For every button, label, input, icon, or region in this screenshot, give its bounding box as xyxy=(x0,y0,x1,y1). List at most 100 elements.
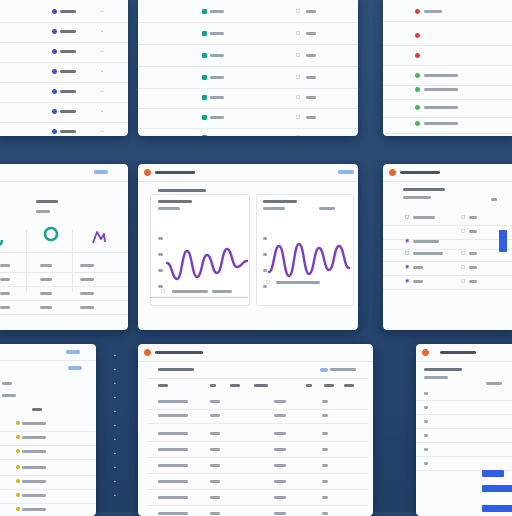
cell-name xyxy=(158,512,188,515)
status-list-item[interactable] xyxy=(383,6,512,22)
checkbox[interactable]: ◻ xyxy=(461,265,465,270)
filter-button[interactable] xyxy=(320,368,328,372)
table-row[interactable] xyxy=(138,508,373,516)
list-item[interactable] xyxy=(0,504,96,516)
row-divider xyxy=(138,128,358,129)
toolbar-icon[interactable]: ▪ xyxy=(114,466,116,471)
toolbar-icon[interactable]: ▪ xyxy=(114,410,116,415)
list-item[interactable] xyxy=(0,462,96,474)
settings-row[interactable]: ◉ ◻ xyxy=(383,262,512,274)
checkbox[interactable]: ◻ xyxy=(461,279,465,284)
column-header[interactable] xyxy=(344,384,354,387)
chevron-down-icon[interactable]: ⌄ xyxy=(100,29,104,34)
folder-icon xyxy=(16,507,20,511)
toggle-icon[interactable]: ◻ xyxy=(405,251,409,256)
table-row[interactable] xyxy=(138,444,373,456)
list-item[interactable] xyxy=(0,476,96,488)
chevron-down-icon[interactable]: ⌄ xyxy=(100,9,104,14)
list-item[interactable] xyxy=(0,490,96,502)
status-list-item[interactable] xyxy=(383,84,512,100)
checkbox[interactable]: ◻ xyxy=(296,95,300,100)
section-title xyxy=(424,368,462,371)
list-item[interactable] xyxy=(0,432,96,444)
toolbar-icon[interactable]: ▪ xyxy=(114,424,116,429)
table-row[interactable] xyxy=(138,410,373,422)
app-title xyxy=(155,171,195,174)
checkbox[interactable]: ◻ xyxy=(296,31,300,36)
column-header[interactable] xyxy=(230,384,240,387)
table-row[interactable] xyxy=(138,460,373,472)
row-divider xyxy=(0,22,128,23)
chevron-down-icon[interactable]: ⌄ xyxy=(100,89,104,94)
toolbar-icon[interactable]: ▪ xyxy=(114,452,116,457)
status-list-item[interactable] xyxy=(383,102,512,118)
status-list-item[interactable] xyxy=(383,118,512,134)
column-header[interactable] xyxy=(158,384,168,387)
status-icon xyxy=(202,31,207,36)
checkbox[interactable]: ◻ xyxy=(461,215,465,220)
primary-action-button[interactable] xyxy=(499,230,507,252)
header-pill[interactable] xyxy=(94,170,108,174)
toggle-icon[interactable]: ◉ xyxy=(405,279,409,284)
list-label xyxy=(424,448,428,451)
column-header[interactable] xyxy=(210,384,216,387)
table-row[interactable] xyxy=(138,428,373,440)
column-header[interactable] xyxy=(306,384,312,387)
setting-label xyxy=(413,240,439,243)
list-item[interactable]: ⌄ xyxy=(0,126,128,136)
status-indicator-icon xyxy=(415,73,420,78)
column-header[interactable] xyxy=(324,384,334,387)
settings-row[interactable]: ◉ ◻ xyxy=(383,276,512,288)
toggle-icon[interactable]: ◉ xyxy=(405,239,409,244)
setting-label xyxy=(413,280,423,283)
chevron-down-icon[interactable]: ⌄ xyxy=(100,109,104,114)
status-icon xyxy=(202,53,207,58)
row-value xyxy=(306,10,316,13)
status-list-item[interactable] xyxy=(383,30,512,46)
chevron-down-icon[interactable]: ⌄ xyxy=(100,69,104,74)
card-top-right xyxy=(383,0,512,136)
settings-row[interactable]: ◻ ◻ xyxy=(383,212,512,224)
toolbar-icon[interactable]: ▪ xyxy=(114,494,116,499)
list-item[interactable] xyxy=(0,446,96,458)
checkbox[interactable]: ◻ xyxy=(296,75,300,80)
toolbar-icon[interactable]: ▪ xyxy=(114,438,116,443)
toolbar-icon[interactable]: ▪ xyxy=(114,368,116,373)
toggle-icon[interactable]: ◉ xyxy=(405,265,409,270)
row-divider xyxy=(148,441,368,442)
list-label xyxy=(424,420,428,423)
toolbar-icon[interactable]: ▪ xyxy=(114,396,116,401)
checkbox[interactable]: ◻ xyxy=(461,229,465,234)
header-pill-2[interactable] xyxy=(68,366,82,370)
folder-icon xyxy=(16,435,20,439)
table-row[interactable] xyxy=(138,396,373,408)
table-row[interactable] xyxy=(138,476,373,488)
checkbox[interactable]: ◻ xyxy=(461,251,465,256)
table-row[interactable]: ◻ xyxy=(138,132,358,136)
row-divider xyxy=(148,423,368,424)
row-divider xyxy=(0,82,128,83)
row-value xyxy=(306,54,316,57)
chevron-down-icon[interactable]: ⌄ xyxy=(100,49,104,54)
header-action-button[interactable] xyxy=(338,170,354,174)
settings-row[interactable]: ◻ ◻ xyxy=(383,248,512,260)
checkbox[interactable]: ◻ xyxy=(296,9,300,14)
checkbox[interactable]: ◻ xyxy=(296,135,300,137)
toolbar-icon[interactable]: ▪ xyxy=(114,354,116,359)
checkbox[interactable]: ◻ xyxy=(296,53,300,58)
list-label xyxy=(424,392,428,395)
column-header[interactable] xyxy=(254,384,268,387)
status-list-item[interactable] xyxy=(383,50,512,66)
checkbox[interactable]: ◻ xyxy=(296,115,300,120)
vertical-toolbar: ▪ ▪ ▪ ▪ ▪ ▪ ▪ ▪ ▪ ▪ ▪ xyxy=(108,350,124,510)
toggle-icon[interactable]: ◻ xyxy=(405,215,409,220)
settings-row[interactable]: ◉ xyxy=(383,236,512,248)
toolbar-icon[interactable]: ▪ xyxy=(114,382,116,387)
status-icon xyxy=(202,9,207,14)
header-pill[interactable] xyxy=(66,350,80,354)
toolbar-icon[interactable]: ▪ xyxy=(114,480,116,485)
table-row[interactable] xyxy=(138,492,373,504)
card-middle-left xyxy=(0,164,128,330)
chevron-down-icon[interactable]: ⌄ xyxy=(100,129,104,134)
list-item[interactable] xyxy=(0,418,96,430)
